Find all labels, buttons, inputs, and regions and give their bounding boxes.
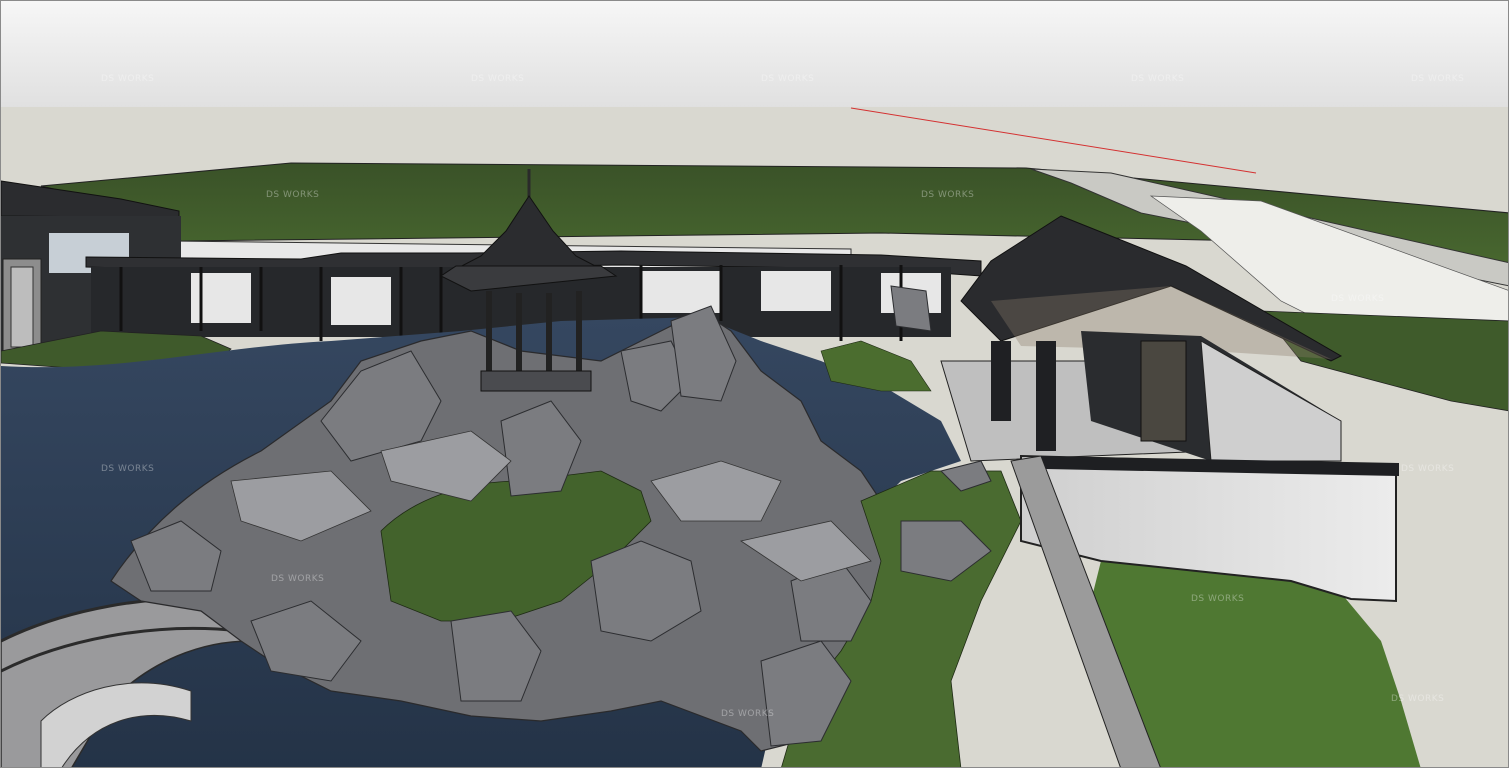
scene-render: DS WORKS DS WORKS DS WORKS DS WORKS DS W…: [1, 1, 1508, 767]
watermark-text: DS WORKS: [761, 74, 814, 84]
watermark-text: DS WORKS: [1131, 74, 1184, 84]
3d-viewport[interactable]: DS WORKS DS WORKS DS WORKS DS WORKS DS W…: [0, 0, 1509, 768]
watermark-text: DS WORKS: [1401, 464, 1454, 474]
sky: [1, 1, 1508, 109]
watermark-text: DS WORKS: [266, 190, 319, 200]
watermark-text: DS WORKS: [1191, 594, 1244, 604]
watermark-text: DS WORKS: [471, 74, 524, 84]
watermark-text: DS WORKS: [1411, 74, 1464, 84]
watermark-text: DS WORKS: [1391, 694, 1444, 704]
watermark-text: DS WORKS: [721, 709, 774, 719]
watermark-text: DS WORKS: [921, 190, 974, 200]
watermark-text: DS WORKS: [1331, 294, 1384, 304]
watermark-text: DS WORKS: [101, 74, 154, 84]
watermark-text: DS WORKS: [101, 464, 154, 474]
watermark-text: DS WORKS: [271, 574, 324, 584]
